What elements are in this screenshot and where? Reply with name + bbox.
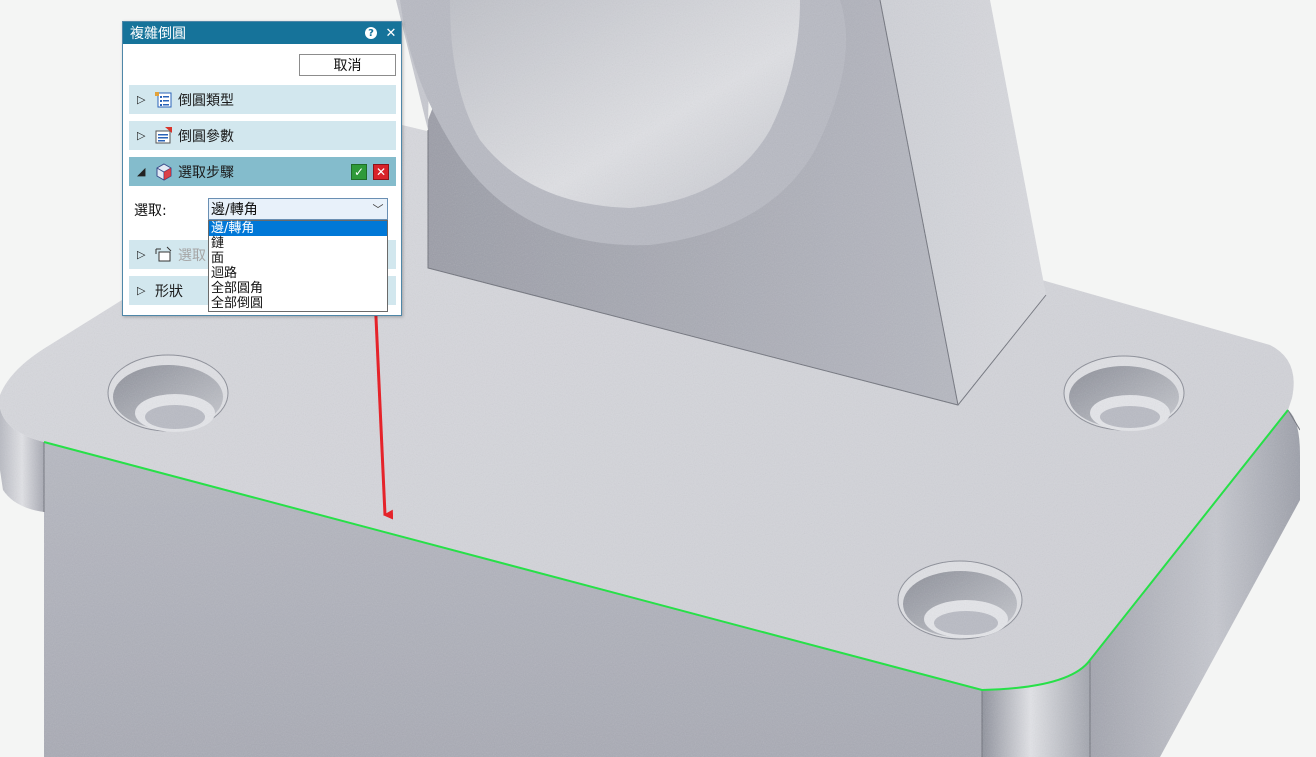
- triangle-right-icon: ▷: [137, 129, 146, 142]
- section-fillet-type[interactable]: ▷ 倒圓類型: [129, 85, 396, 114]
- section-fillet-params[interactable]: ▷ 倒圓參數: [129, 121, 396, 150]
- dropdown-option[interactable]: 全部圓角: [209, 281, 387, 296]
- dropdown-option[interactable]: 鏈: [209, 236, 387, 251]
- selection-type-select[interactable]: 邊/轉角 ﹀: [208, 198, 388, 220]
- selection-dropdown-list: 邊/轉角 鏈 面 迴路 全部圓角 全部倒圓: [208, 220, 388, 312]
- select-body-icon: [155, 246, 173, 264]
- x-icon: ✕: [375, 164, 387, 179]
- chevron-down-icon: ﹀: [372, 203, 384, 216]
- help-icon: ?: [365, 27, 377, 39]
- dropdown-option[interactable]: 邊/轉角: [209, 221, 387, 236]
- triangle-right-icon: ▷: [137, 284, 146, 297]
- cancel-button[interactable]: 取消: [299, 54, 396, 76]
- dropdown-option[interactable]: 全部倒圓: [209, 296, 387, 311]
- section-label: 倒圓參數: [178, 128, 234, 145]
- complex-fillet-dialog: 複雜倒圓 ? ✕ 取消 ▷ 倒圓類型 ▷ 倒圓參數 ◢ 選取步驟 ✓ ✕ 選取:…: [122, 21, 402, 316]
- dropdown-option[interactable]: 迴路: [209, 266, 387, 281]
- triangle-right-icon: ▷: [137, 93, 146, 106]
- check-icon: ✓: [353, 164, 365, 179]
- cube-icon: [155, 162, 173, 181]
- dropdown-option[interactable]: 面: [209, 251, 387, 266]
- dialog-title: 複雜倒圓: [130, 26, 186, 42]
- help-button[interactable]: ?: [361, 23, 381, 43]
- triangle-right-icon: ▷: [137, 248, 146, 261]
- select-label: 選取:: [134, 203, 167, 219]
- hole-right-front: [897, 560, 1023, 640]
- list-settings-icon: [155, 91, 173, 109]
- confirm-button[interactable]: ✓: [351, 163, 367, 180]
- close-button[interactable]: ✕: [381, 23, 401, 43]
- reject-button[interactable]: ✕: [373, 163, 389, 180]
- section-label: 選取步驟: [178, 164, 234, 181]
- close-icon: ✕: [385, 25, 397, 41]
- section-selection-step[interactable]: ◢ 選取步驟 ✓ ✕: [129, 157, 396, 186]
- section-label: 倒圓類型: [178, 92, 234, 109]
- parameters-icon: [155, 126, 173, 145]
- selected-value: 邊/轉角: [211, 202, 258, 218]
- hole-right-back: [1063, 355, 1185, 431]
- hole-left: [107, 354, 229, 432]
- triangle-down-icon: ◢: [137, 165, 146, 178]
- dialog-titlebar[interactable]: 複雜倒圓 ? ✕: [123, 22, 401, 44]
